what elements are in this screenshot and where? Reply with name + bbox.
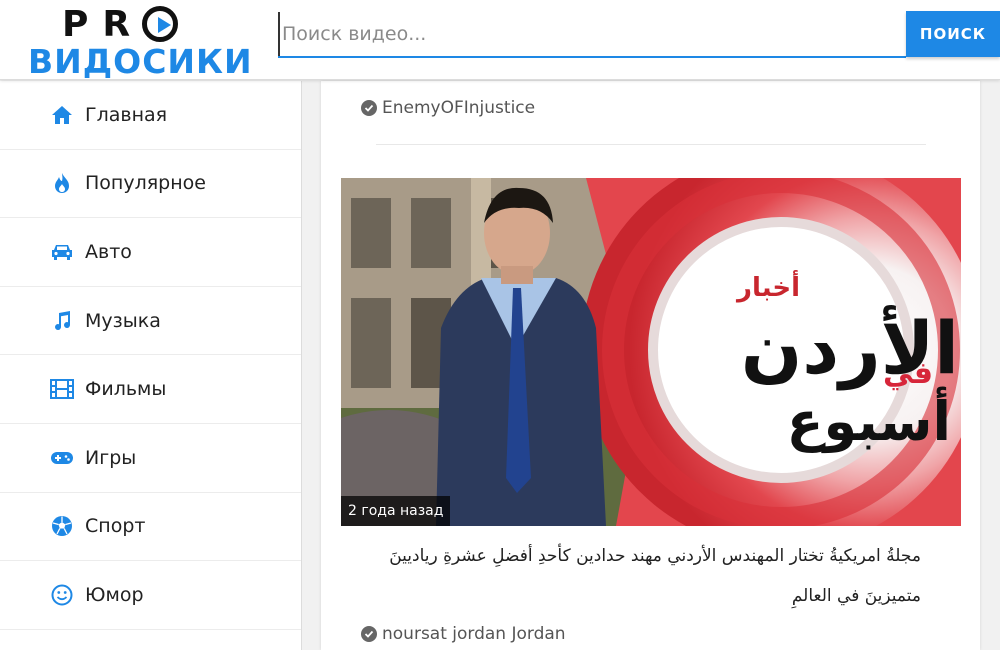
sidebar-item-label: Игры	[85, 446, 137, 469]
site-logo[interactable]: PR ВИДОСИКИ	[28, 3, 273, 82]
sidebar-item-label: Популярное	[85, 172, 206, 195]
soccer-ball-icon	[50, 514, 74, 538]
thumb-text-bottom: أسبوع	[786, 390, 951, 453]
sidebar-item-label: Юмор	[85, 583, 144, 606]
sidebar-item-label: Главная	[85, 103, 168, 126]
sidebar-item-games[interactable]: Игры	[0, 424, 301, 493]
sidebar-item-films[interactable]: Фильмы	[0, 355, 301, 424]
film-icon	[50, 377, 74, 401]
video-thumbnail[interactable]: أخبار الأردن في أسبوع 2 года назад	[341, 178, 961, 526]
sidebar-item-label: Фильмы	[85, 378, 167, 401]
sidebar-item-humor[interactable]: Юмор	[0, 561, 301, 630]
sidebar-item-label: Спорт	[85, 515, 146, 538]
sidebar-item-label: Музыка	[85, 309, 161, 332]
search-box	[278, 12, 906, 58]
video-age-badge: 2 года назад	[341, 496, 451, 526]
sidebar-item-popular[interactable]: Популярное	[0, 150, 301, 219]
music-note-icon	[50, 309, 74, 333]
prev-video-author[interactable]: EnemyOFInjustice	[361, 98, 535, 118]
author-name: noursat jordan Jordan	[382, 624, 566, 644]
sidebar-item-auto[interactable]: Авто	[0, 218, 301, 287]
logo-pro-text: PR	[62, 3, 145, 45]
gamepad-icon	[50, 446, 74, 470]
video-title-line2: متميزينَ في العالمِ	[791, 586, 921, 606]
video-title[interactable]: مجلةُ امريكيةُ تختار المهندس الأردني مهن…	[361, 536, 921, 616]
header-bar: PR ВИДОСИКИ ПОИСК	[0, 0, 1000, 82]
sidebar-item-music[interactable]: Музыка	[0, 287, 301, 356]
search-input[interactable]	[278, 12, 906, 56]
verified-check-icon	[361, 626, 377, 642]
logo-top-text: PR	[62, 3, 179, 45]
thumb-text-top: أخبار	[737, 273, 800, 303]
sidebar-item-sport[interactable]: Спорт	[0, 493, 301, 562]
play-icon	[142, 6, 179, 42]
video-title-line1: مجلةُ امريكيةُ تختار المهندس الأردني مهن…	[389, 546, 921, 566]
verified-check-icon	[361, 100, 377, 116]
author-name: EnemyOFInjustice	[382, 98, 536, 118]
sidebar-item-home[interactable]: Главная	[0, 81, 301, 150]
divider	[376, 144, 926, 145]
flame-icon	[50, 171, 74, 195]
video-author[interactable]: noursat jordan Jordan	[361, 624, 566, 644]
search-button[interactable]: ПОИСК	[906, 11, 1000, 57]
sidebar-nav: Главная Популярное Авто Музыка Фильмы Иг…	[0, 81, 302, 650]
logo-bottom-text: ВИДОСИКИ	[28, 42, 253, 81]
smiley-icon	[50, 583, 74, 607]
video-feed: EnemyOFInjustice أخبار الأردن في أسبوع 2…	[321, 81, 980, 650]
home-icon	[50, 103, 74, 127]
thumb-text-mid: في	[883, 356, 933, 391]
sidebar-item-label: Авто	[85, 240, 132, 263]
car-icon	[50, 240, 74, 264]
